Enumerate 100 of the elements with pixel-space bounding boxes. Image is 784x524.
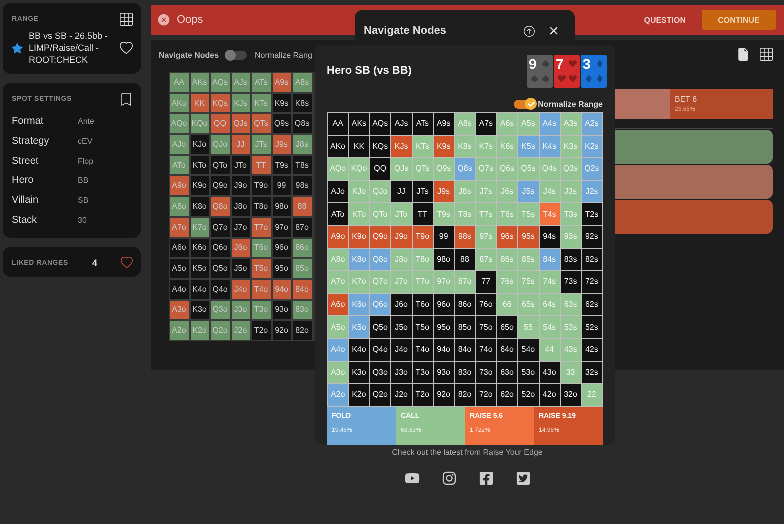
hand-cell[interactable]: T5s xyxy=(518,203,539,225)
hand-cell[interactable]: Q7o xyxy=(210,216,230,238)
hand-cell[interactable]: K6o xyxy=(349,294,370,316)
hand-cell[interactable]: J2o xyxy=(230,320,251,341)
hand-cell[interactable]: T7o xyxy=(251,216,272,238)
hand-cell[interactable]: 87o xyxy=(292,216,312,238)
hand-cell[interactable]: T9s xyxy=(434,203,454,225)
hand-cell[interactable]: KJs xyxy=(391,136,412,158)
hand-cell[interactable]: A8s xyxy=(454,113,476,135)
hand-cell[interactable]: A6o xyxy=(169,238,190,258)
hand-cell[interactable]: AKs xyxy=(190,72,210,93)
hand-cell[interactable]: 83o xyxy=(454,362,476,384)
hand-cell[interactable]: A4s xyxy=(540,113,560,135)
hand-cell[interactable]: Q7o xyxy=(370,271,390,293)
hand-cell[interactable]: T4o xyxy=(412,338,433,361)
hand-cell[interactable]: A6s xyxy=(497,113,518,135)
document-icon[interactable] xyxy=(737,48,750,62)
hand-cell[interactable]: T2s xyxy=(582,203,602,225)
hand-cell[interactable]: KJs xyxy=(230,92,251,114)
hand-cell[interactable]: AJs xyxy=(391,113,412,135)
hand-cell[interactable]: K6s xyxy=(497,136,518,158)
hand-cell[interactable]: 87o xyxy=(454,271,476,293)
hand-cell[interactable]: Q3s xyxy=(560,158,581,180)
hand-cell[interactable]: Q6o xyxy=(370,294,390,316)
hand-cell[interactable]: K8o xyxy=(190,196,210,217)
hand-cell[interactable]: 86o xyxy=(454,294,476,316)
upload-icon[interactable] xyxy=(524,26,535,36)
hand-cell[interactable]: T7s xyxy=(476,203,496,225)
grid-icon[interactable] xyxy=(760,48,773,62)
hand-cell[interactable]: 85o xyxy=(454,316,476,338)
hand-cell[interactable]: T6o xyxy=(251,238,272,258)
hand-cell[interactable]: A3o xyxy=(328,362,348,384)
hand-cell[interactable]: A2o xyxy=(328,384,348,406)
hand-cell[interactable]: A9s xyxy=(272,72,292,93)
hand-cell[interactable]: J7o xyxy=(391,271,412,293)
hand-cell[interactable]: K2o xyxy=(349,384,370,406)
hand-cell[interactable]: 22 xyxy=(582,384,602,406)
hand-cell[interactable]: A7o xyxy=(169,216,190,238)
hand-cell[interactable]: AA xyxy=(328,113,348,135)
hand-cell[interactable]: A9s xyxy=(434,113,454,135)
hand-cell[interactable]: KJo xyxy=(349,180,370,202)
hand-cell[interactable]: J8s xyxy=(454,180,476,202)
hand-cell[interactable]: K9s xyxy=(272,92,292,114)
hand-cell[interactable]: 95s xyxy=(518,226,539,248)
hand-cell[interactable]: T3o xyxy=(412,362,433,384)
hand-cell[interactable]: T8o xyxy=(412,248,433,270)
hand-cell[interactable]: AQs xyxy=(210,72,230,93)
hand-cell[interactable]: K9s xyxy=(434,136,454,158)
hand-cell[interactable]: 93o xyxy=(434,362,454,384)
hand-cell[interactable]: QTs xyxy=(251,113,272,134)
hand-cell[interactable]: K2s xyxy=(582,136,602,158)
hand-cell[interactable]: Q2o xyxy=(370,384,390,406)
hand-cell[interactable]: 82s xyxy=(582,248,602,270)
hand-cell[interactable]: J6o xyxy=(391,294,412,316)
hand-cell[interactable]: 64s xyxy=(540,294,560,316)
hand-cell[interactable]: AA xyxy=(169,72,190,93)
hand-cell[interactable]: JJ xyxy=(391,180,412,202)
hand-cell[interactable]: K7o xyxy=(349,271,370,293)
hand-cell[interactable]: QJo xyxy=(210,134,230,155)
hand-cell[interactable]: 84o xyxy=(454,338,476,361)
hand-cell[interactable]: Q3o xyxy=(370,362,390,384)
hand-cell[interactable]: 83s xyxy=(560,248,581,270)
hand-cell[interactable]: A3o xyxy=(169,300,190,320)
hand-cell[interactable]: J6o xyxy=(230,238,251,258)
hand-cell[interactable]: TT xyxy=(412,203,433,225)
hand-cell[interactable]: J2s xyxy=(582,180,602,202)
hand-cell[interactable]: 93o xyxy=(272,300,292,320)
hand-cell[interactable]: T7o xyxy=(412,271,433,293)
hand-cell[interactable]: J3o xyxy=(391,362,412,384)
hand-cell[interactable]: 66 xyxy=(497,294,518,316)
hand-cell[interactable]: J8o xyxy=(391,248,412,270)
continue-button[interactable]: CONTINUE xyxy=(702,10,776,30)
hand-cell[interactable]: 54o xyxy=(518,338,539,361)
hand-cell[interactable]: KTs xyxy=(412,136,433,158)
grid-icon[interactable] xyxy=(120,13,133,26)
hand-cell[interactable]: AKo xyxy=(169,92,190,114)
hand-cell[interactable]: K5o xyxy=(190,258,210,279)
hand-cell[interactable]: 72o xyxy=(476,384,496,406)
hand-cell[interactable]: J9o xyxy=(391,226,412,248)
hand-cell[interactable]: J6s xyxy=(497,180,518,202)
hand-cell[interactable]: A8s xyxy=(292,72,312,93)
hand-cell[interactable]: JTs xyxy=(251,134,272,155)
hand-cell[interactable]: 92o xyxy=(272,320,292,341)
hand-cell[interactable]: K4o xyxy=(190,278,210,300)
hand-cell[interactable]: J7o xyxy=(230,216,251,238)
hand-cell[interactable]: QTo xyxy=(210,154,230,176)
hand-cell[interactable]: A7s xyxy=(476,113,496,135)
hand-cell[interactable]: Q2o xyxy=(210,320,230,341)
hand-cell[interactable]: 86o xyxy=(292,238,312,258)
hand-cell[interactable]: J5o xyxy=(391,316,412,338)
hand-cell[interactable]: A5o xyxy=(169,258,190,279)
hand-cell[interactable]: 99 xyxy=(272,175,292,196)
hand-cell[interactable]: 42s xyxy=(582,338,602,361)
hand-cell[interactable]: ATo xyxy=(169,154,190,176)
hand-cell[interactable]: K4s xyxy=(540,136,560,158)
hand-cell[interactable]: T6s xyxy=(497,203,518,225)
hand-cell[interactable]: K8s xyxy=(454,136,476,158)
hand-cell[interactable]: T9o xyxy=(251,175,272,196)
hand-cell[interactable]: AQo xyxy=(169,113,190,134)
hand-cell[interactable]: 93s xyxy=(560,226,581,248)
